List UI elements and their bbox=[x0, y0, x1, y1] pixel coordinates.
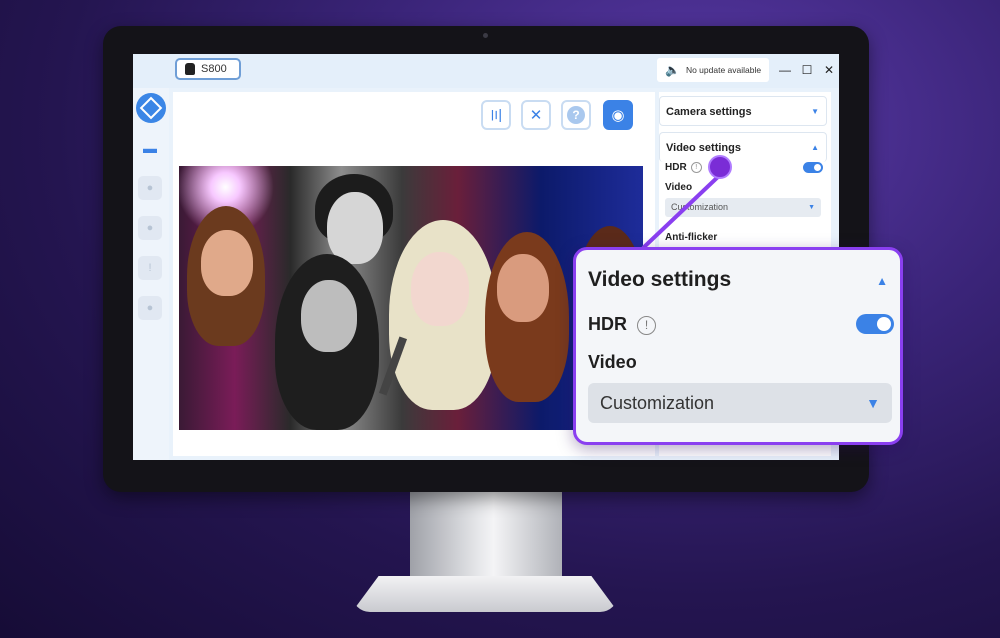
chevron-up-icon: ▲ bbox=[811, 143, 819, 152]
camera-settings-header[interactable]: Camera settings ▼ bbox=[659, 96, 827, 126]
device-tab[interactable]: S800 bbox=[175, 58, 241, 80]
app-logo[interactable] bbox=[136, 93, 166, 123]
callout-video-value: Customization bbox=[600, 393, 715, 413]
chevron-down-icon: ▼ bbox=[808, 204, 815, 211]
chevron-up-icon[interactable]: ▲ bbox=[876, 274, 888, 288]
person-face bbox=[301, 280, 357, 352]
video-settings-title: Video settings bbox=[666, 142, 741, 154]
info-icon[interactable]: ! bbox=[690, 162, 702, 173]
person-face bbox=[497, 254, 549, 322]
camera-settings-title: Camera settings bbox=[666, 106, 752, 118]
audio-button[interactable]: 〣 bbox=[481, 100, 511, 130]
maximize-button[interactable]: ☐ bbox=[799, 62, 815, 78]
video-mode-select[interactable]: Customization ▼ bbox=[665, 198, 821, 217]
video-mode-value: Customization bbox=[671, 202, 729, 212]
video-settings-callout: Video settings ▲ HDR! Video Customizatio… bbox=[573, 247, 903, 445]
update-status-text: No update available bbox=[685, 65, 762, 75]
eye-icon: ◉ bbox=[611, 107, 625, 124]
callout-hdr-label: HDR bbox=[588, 314, 627, 334]
sidebar: ▬ ● ● ! ● bbox=[133, 88, 169, 460]
camera-device-icon bbox=[185, 63, 195, 75]
sidebar-item-monitor[interactable]: ▬ bbox=[138, 136, 162, 160]
help-button[interactable]: ? bbox=[561, 100, 591, 130]
settings-icon: ● bbox=[146, 182, 154, 194]
title-bar: S800 🔈 No update available — ☐ ✕ bbox=[133, 54, 839, 88]
sidebar-item-account[interactable]: ● bbox=[138, 296, 162, 320]
help-icon: ? bbox=[567, 106, 585, 124]
sidebar-item-notifications[interactable]: ● bbox=[138, 216, 162, 240]
video-label: Video bbox=[665, 182, 693, 193]
tools-button[interactable]: ✕ bbox=[521, 100, 551, 130]
hdr-row: HDR! bbox=[665, 162, 702, 173]
person-face bbox=[411, 252, 469, 326]
monitor-stand-base bbox=[352, 576, 618, 612]
callout-video-select[interactable]: Customization ▼ bbox=[588, 383, 892, 423]
monitor-icon: ▬ bbox=[143, 140, 157, 156]
video-settings-header[interactable]: Video settings ▲ bbox=[659, 132, 827, 162]
hdr-toggle[interactable] bbox=[803, 162, 823, 173]
close-button[interactable]: ✕ bbox=[821, 62, 837, 78]
user-icon: ● bbox=[146, 302, 154, 314]
audio-wave-icon: 〣 bbox=[488, 107, 504, 125]
hdr-label: HDR bbox=[665, 162, 687, 173]
preview-button[interactable]: ◉ bbox=[603, 100, 633, 130]
info-icon[interactable]: ! bbox=[637, 316, 656, 335]
sidebar-item-info[interactable]: ! bbox=[138, 256, 162, 280]
callout-hdr-toggle[interactable] bbox=[856, 314, 894, 334]
info-icon: ! bbox=[148, 262, 152, 274]
callout-title: Video settings bbox=[588, 268, 732, 291]
bell-icon: ● bbox=[146, 222, 154, 234]
tools-icon: ✕ bbox=[529, 107, 543, 124]
webcam-dot bbox=[483, 33, 488, 38]
person-face bbox=[201, 230, 253, 296]
callout-hdr-row: HDR! bbox=[588, 314, 656, 335]
sidebar-item-settings[interactable]: ● bbox=[138, 176, 162, 200]
minimize-button[interactable]: — bbox=[777, 62, 793, 78]
callout-pin bbox=[708, 155, 732, 179]
person-face bbox=[327, 192, 383, 264]
update-status[interactable]: 🔈 No update available bbox=[657, 58, 769, 82]
speaker-icon: 🔈 bbox=[665, 63, 680, 77]
chevron-down-icon: ▼ bbox=[811, 107, 819, 116]
monitor-stand-neck bbox=[410, 491, 562, 581]
device-name: S800 bbox=[201, 63, 227, 75]
callout-video-label: Video bbox=[588, 352, 637, 372]
logo-icon bbox=[139, 96, 163, 120]
chevron-down-icon: ▼ bbox=[866, 395, 880, 411]
anti-flicker-label: Anti-flicker bbox=[665, 232, 718, 243]
